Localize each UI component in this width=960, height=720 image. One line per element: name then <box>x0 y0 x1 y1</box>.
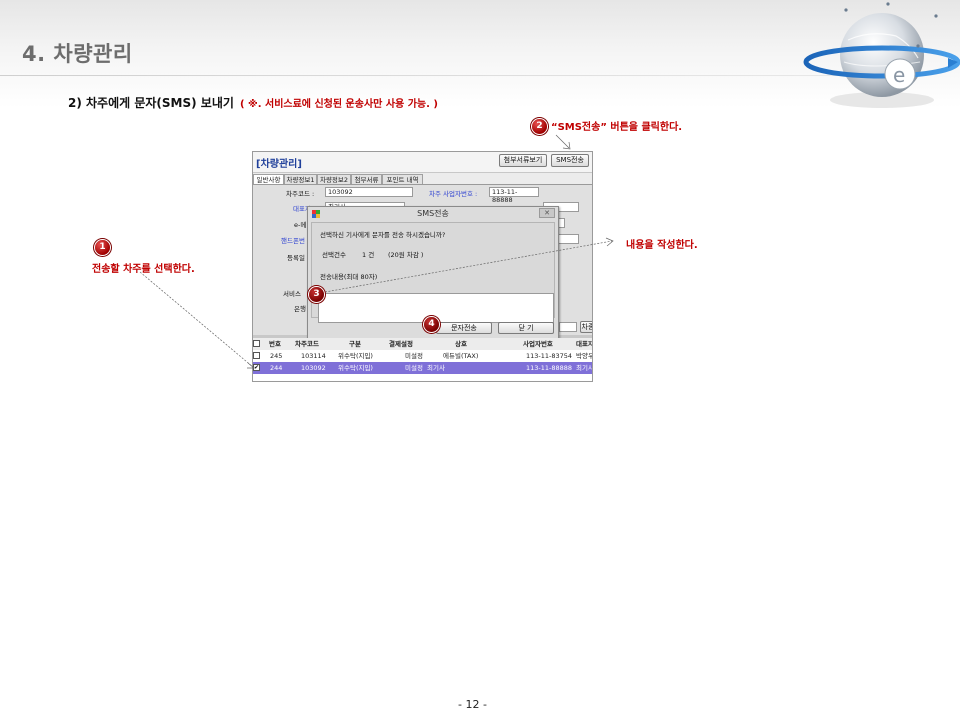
biz-no-label: 차주 사업자번호 : <box>429 190 478 198</box>
col-owner-code: 차주코드 <box>295 340 319 348</box>
owner-code-field[interactable]: 103092 <box>325 187 413 197</box>
step-1-marker: 1 <box>95 240 110 255</box>
svg-text:e: e <box>893 63 905 87</box>
cell-biz-no: 113-11-88888 <box>526 364 573 372</box>
app-screenshot: [차량관리] 첨부서류보기 SMS전송 일반사항 차량정보1 차량정보2 첨부서… <box>252 151 593 382</box>
count-value: 1 건 <box>362 251 375 259</box>
tab-vehicle-info-1[interactable]: 차량정보1 <box>284 174 317 184</box>
section-note: ( ※. 서비스료에 신청된 운송사만 사용 가능. ) <box>239 99 438 110</box>
dialog-close-button[interactable]: ✕ <box>539 208 555 218</box>
reg-date-label: 등록일 <box>287 254 305 262</box>
tab-general[interactable]: 일반사항 <box>253 174 284 184</box>
cell-type: 위수탁(지입) <box>338 364 373 372</box>
tab-bar: 일반사항 차량정보1 차량정보2 첨부서류 포인트 내역 <box>253 173 592 185</box>
cell-company: 최기사 <box>427 364 445 372</box>
cell-no: 245 <box>270 352 283 360</box>
content-label: 전송내용(최대 80자) <box>320 273 378 281</box>
col-company: 상호 <box>455 340 467 348</box>
sms-send-button[interactable]: SMS전송 <box>551 154 589 167</box>
table-row-selected[interactable]: ✔ 244 103092 위수탁(지입) 미설정 최기사 113-11-8888… <box>253 362 593 374</box>
step-2-text: “SMS전송” 버튼을 클릭한다. <box>551 122 683 133</box>
page-number: - 12 - <box>458 698 487 711</box>
close-dialog-button[interactable]: 닫 기 <box>498 322 554 334</box>
phone-label: 핸드폰번 <box>281 237 305 245</box>
service-label: 서비스 <box>283 290 301 298</box>
step-3-marker: 3 <box>309 287 324 302</box>
col-rep: 대표자 <box>576 340 593 348</box>
col-setting: 결제설정 <box>389 340 413 348</box>
header-checkbox[interactable] <box>253 340 260 347</box>
cell-company: 에듀빌(TAX) <box>443 352 479 360</box>
tab-vehicle-info-2[interactable]: 차량정보2 <box>317 174 351 184</box>
cell-biz-no: 113-11-83754 <box>526 352 573 360</box>
cell-setting: 미설정 <box>405 364 423 372</box>
section-title: 2) 차주에게 문자(SMS) 보내기 ( ※. 서비스료에 신청된 운송사만 사… <box>68 94 438 111</box>
globe-logo-icon: e <box>803 2 960 108</box>
page-title: 4. 차량관리 <box>22 42 133 66</box>
extra-button[interactable]: 차종 <box>580 321 592 333</box>
owner-grid: 번호 차주코드 구분 결제설정 상호 사업자번호 대표자 245 103114 … <box>253 338 593 381</box>
count-label: 선택건수 <box>322 251 346 259</box>
cell-code: 103092 <box>301 364 326 372</box>
cell-type: 위수탁(지입) <box>338 352 373 360</box>
col-no: 번호 <box>269 340 281 348</box>
biz-no-field[interactable]: 113-11-88888 <box>489 187 539 204</box>
section-title-text: 2) 차주에게 문자(SMS) 보내기 <box>68 96 234 110</box>
cell-rep: 박양우 <box>576 352 593 360</box>
email-label: e-메 <box>294 221 307 229</box>
dialog-title: SMS전송 <box>417 209 449 218</box>
cell-code: 103114 <box>301 352 326 360</box>
tab-attachments[interactable]: 첨부서류 <box>351 174 382 184</box>
cost-note: (20원 차감 ) <box>388 251 424 259</box>
cell-no: 244 <box>270 364 283 372</box>
dialog-question: 선택하신 기사에게 문자를 전송 하시겠습니까? <box>320 231 446 239</box>
send-message-button[interactable]: 문자전송 <box>436 322 492 334</box>
step-4-marker: 4 <box>424 317 439 332</box>
step-1-text: 전송할 차주를 선택한다. <box>92 264 195 275</box>
search-side-field[interactable] <box>559 322 577 332</box>
step-2-marker: 2 <box>532 119 547 134</box>
app-title: [차량관리] <box>256 159 302 170</box>
tab-points[interactable]: 포인트 내역 <box>382 174 423 184</box>
cell-setting: 미설정 <box>405 352 423 360</box>
owner-code-label: 차주코드 : <box>286 190 315 198</box>
bank-label: 은행 <box>294 305 306 313</box>
attach-view-button[interactable]: 첨부서류보기 <box>499 154 547 167</box>
col-type: 구분 <box>349 340 361 348</box>
header-divider <box>0 75 840 76</box>
step-3-text: 내용을 작성한다. <box>626 240 698 251</box>
app-titlebar: [차량관리] 첨부서류보기 SMS전송 <box>253 152 592 172</box>
cell-rep: 최기사 <box>576 364 593 372</box>
col-biz-no: 사업자번호 <box>523 340 553 348</box>
row-checkbox[interactable] <box>253 352 260 359</box>
dialog-content: 선택하신 기사에게 문자를 전송 하시겠습니까? 선택건수 1 건 (20원 차… <box>311 222 555 323</box>
row-checkbox-checked[interactable]: ✔ <box>253 364 260 371</box>
